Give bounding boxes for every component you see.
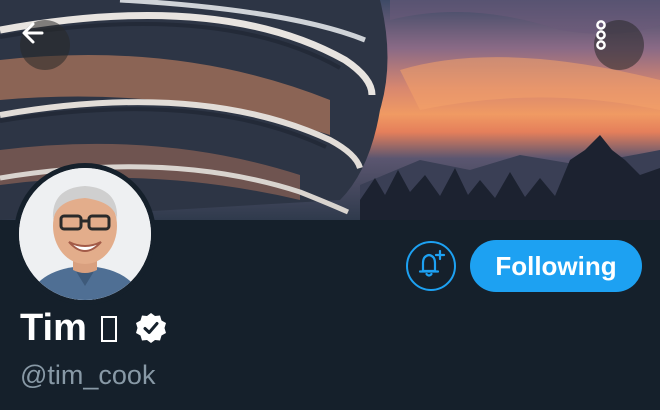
missing-glyph-icon (100, 316, 117, 342)
more-options-button[interactable] (594, 20, 644, 70)
notifications-button[interactable] (406, 241, 456, 291)
bell-plus-icon (416, 249, 446, 284)
following-button[interactable]: Following (470, 240, 642, 292)
display-name: Tim (20, 307, 87, 349)
verified-badge-icon (135, 312, 167, 344)
avatar-photo (19, 168, 151, 300)
back-button[interactable] (20, 20, 70, 70)
name-row: Tim (20, 305, 167, 351)
avatar[interactable] (14, 163, 156, 305)
user-handle: @tim_cook (20, 360, 156, 390)
